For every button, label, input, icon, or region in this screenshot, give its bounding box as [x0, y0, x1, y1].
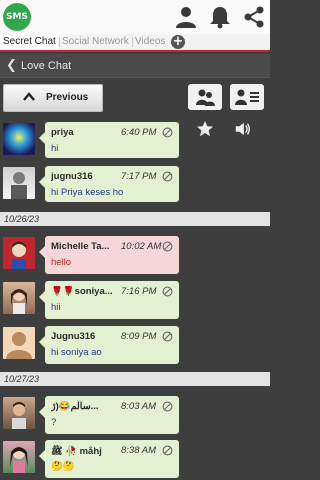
message-time: 8:03 AM: [121, 401, 157, 412]
bell-icon[interactable]: [208, 5, 232, 29]
message-time: 7:16 PM: [121, 286, 157, 297]
message-time: 7:17 PM: [121, 171, 157, 182]
message-text: hii: [51, 302, 61, 313]
message-text: hi soniya ao: [51, 347, 102, 358]
tab-videos[interactable]: Videos: [135, 34, 169, 50]
tab-bar: Secret Chat Social Network Videos +: [0, 34, 270, 52]
user-list-icon: [235, 89, 259, 105]
add-tab-button[interactable]: +: [171, 35, 185, 49]
share-icon[interactable]: [242, 5, 266, 29]
sender-name: ﷺ 🥀 måhj: [51, 446, 102, 457]
sender-name: Jugnu316: [51, 331, 96, 342]
bubble-tail: [39, 132, 45, 144]
block-icon[interactable]: [162, 127, 173, 138]
back-chevron-icon[interactable]: ❮: [6, 58, 17, 74]
message-time: 6:40 PM: [121, 127, 157, 138]
message-time: 8:09 PM: [121, 331, 157, 342]
tab-secret-chat[interactable]: Secret Chat: [0, 34, 58, 50]
block-icon[interactable]: [162, 331, 173, 342]
block-icon[interactable]: [162, 286, 173, 297]
bubble-tail: [39, 291, 45, 303]
message-text: hi: [51, 143, 59, 154]
date-separator: 10/27/23: [0, 372, 270, 386]
chevron-up-icon: [23, 92, 35, 101]
avatar[interactable]: [3, 327, 35, 359]
block-icon[interactable]: [162, 171, 173, 182]
message-row: ﷺ 🥀 måhj 8:38 AM 🤔🤔: [0, 440, 270, 480]
avatar[interactable]: [3, 397, 35, 429]
app-header: SMS: [0, 0, 270, 34]
message-bubble[interactable]: Jugnu316 8:09 PM hi soniya ao: [39, 326, 179, 364]
app-logo: SMS: [3, 3, 31, 31]
message-text: ?: [51, 417, 57, 428]
message-text: hello: [51, 257, 72, 268]
bubble-tail: [39, 246, 45, 258]
tab-divider: [132, 37, 133, 47]
bubble-tail: [39, 336, 45, 348]
message-bubble[interactable]: priya 6:40 PM hi: [39, 122, 179, 158]
message-bubble[interactable]: 🌹🌹soniya... 7:16 PM hii: [39, 281, 179, 319]
avatar[interactable]: [3, 237, 35, 269]
message-bubble[interactable]: Michelle Ta... 10:02 AM hello: [39, 236, 179, 274]
block-icon[interactable]: [162, 401, 173, 412]
message-bubble[interactable]: سالم😂(ژ... 8:03 AM ?: [39, 396, 179, 434]
date-separator: 10/26/23: [0, 212, 270, 226]
sender-name: Michelle Ta...: [51, 241, 110, 252]
date-label: 10/27/23: [4, 374, 40, 384]
user-list-button[interactable]: [230, 84, 264, 110]
bubble-tail: [39, 406, 45, 418]
users-icon: [196, 89, 215, 106]
tab-social-network[interactable]: Social Network: [62, 34, 130, 50]
message-row: jugnu316 7:17 PM hi Priya keses ho: [0, 166, 270, 204]
previous-button[interactable]: Previous: [3, 84, 103, 112]
avatar[interactable]: [3, 441, 35, 473]
sender-name: 🌹🌹soniya...: [51, 286, 113, 297]
message-bubble[interactable]: ﷺ 🥀 måhj 8:38 AM 🤔🤔: [39, 440, 179, 478]
sender-name: priya: [51, 127, 74, 138]
users-button[interactable]: [188, 84, 222, 110]
previous-label: Previous: [46, 92, 89, 103]
block-icon[interactable]: [162, 445, 173, 456]
message-bubble[interactable]: jugnu316 7:17 PM hi Priya keses ho: [39, 166, 179, 202]
avatar[interactable]: [3, 123, 35, 155]
sender-name: jugnu316: [51, 171, 93, 182]
message-row: Jugnu316 8:09 PM hi soniya ao: [0, 326, 270, 366]
sender-name: سالم😂(ژ...: [51, 401, 99, 412]
date-label: 10/26/23: [4, 214, 40, 224]
avatar[interactable]: [3, 167, 35, 199]
chat-header: ❮ Love Chat: [0, 54, 270, 78]
message-row: priya 6:40 PM hi: [0, 122, 270, 160]
person-icon[interactable]: [174, 5, 198, 29]
message-row: Michelle Ta... 10:02 AM hello: [0, 236, 270, 276]
message-time: 10:02 AM: [121, 241, 162, 252]
bubble-tail: [39, 176, 45, 188]
message-row: 🌹🌹soniya... 7:16 PM hii: [0, 281, 270, 321]
message-text: hi Priya keses ho: [51, 187, 124, 198]
block-icon[interactable]: [162, 241, 173, 252]
bubble-tail: [39, 450, 45, 462]
chat-title: Love Chat: [21, 60, 72, 72]
message-time: 8:38 AM: [121, 445, 157, 456]
tab-divider: [59, 37, 60, 47]
avatar[interactable]: [3, 282, 35, 314]
message-text: 🤔🤔: [51, 461, 75, 472]
message-row: سالم😂(ژ... 8:03 AM ?: [0, 396, 270, 436]
